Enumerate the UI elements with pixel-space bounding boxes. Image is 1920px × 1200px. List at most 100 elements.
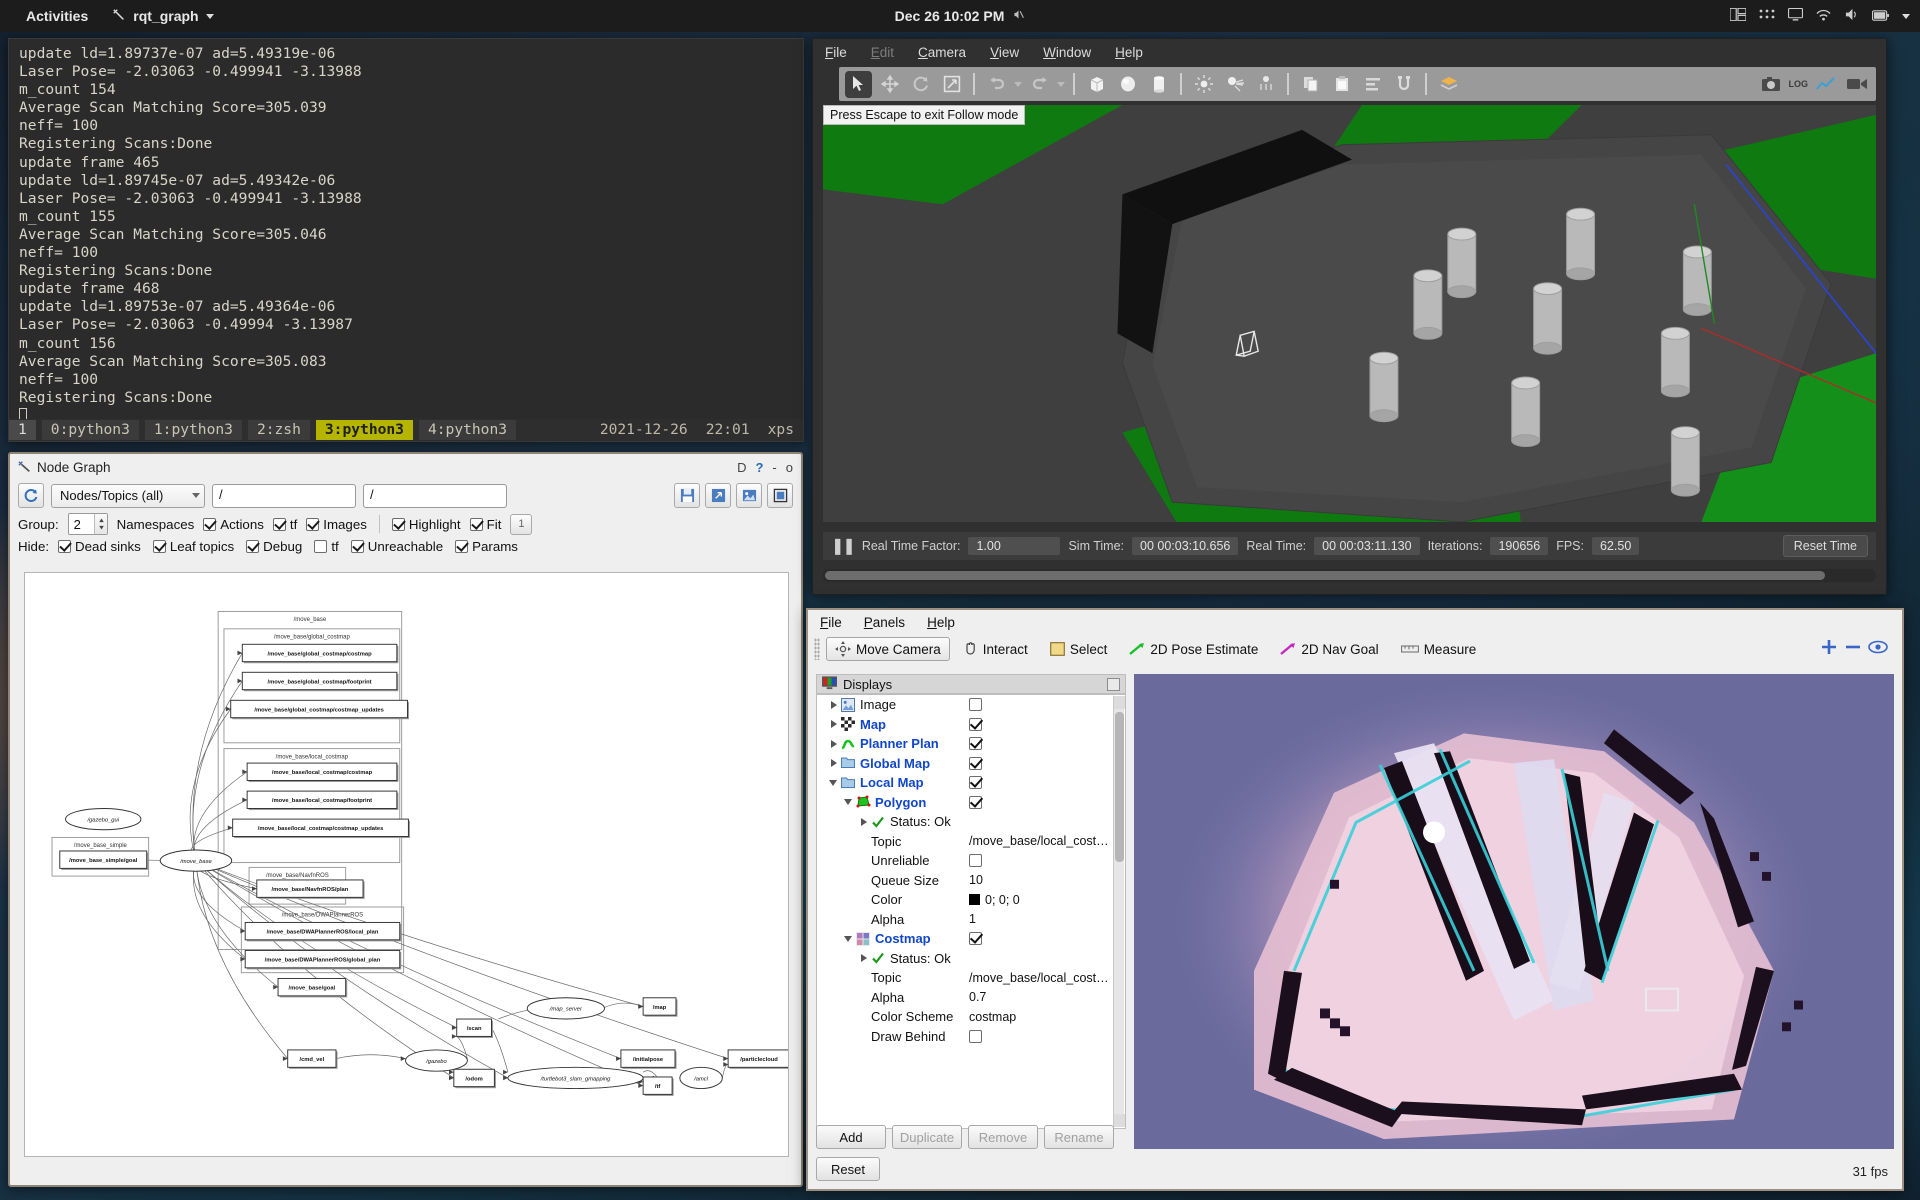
gazebo-menu-file[interactable]: File [825, 45, 847, 60]
display-visibility-checkbox[interactable] [969, 717, 982, 731]
graph-topic-node[interactable]: /move_base/global_costmap/costmap_update… [230, 699, 410, 720]
display-property-value[interactable]: 1 [969, 912, 976, 926]
rviz-tool-select[interactable]: Select [1042, 639, 1116, 660]
option-checkbox[interactable]: Images [306, 517, 367, 532]
graph-node[interactable]: /turtlebot3_slam_gmapping [507, 1066, 644, 1090]
display-tree-row[interactable]: Costmap [817, 929, 1125, 949]
display-tree-row[interactable]: Unreliable [817, 851, 1125, 871]
graph-topic-node[interactable]: /move_base/NavfnROS/plan [256, 879, 365, 899]
graph-node[interactable]: /move_base [159, 849, 233, 872]
display-visibility-checkbox[interactable] [969, 795, 982, 809]
badge-button[interactable]: 1 [510, 513, 533, 535]
option-checkbox[interactable]: Actions [203, 517, 264, 532]
hide-checkbox[interactable]: Params [455, 539, 518, 554]
workspace-icon[interactable] [1759, 8, 1775, 24]
display-tree-row[interactable]: Queue Size 10 [817, 871, 1125, 891]
refresh-icon[interactable] [18, 483, 44, 508]
display-tree-row[interactable]: Polygon [817, 793, 1125, 813]
paste-icon[interactable] [1328, 71, 1355, 98]
reset-button[interactable]: Reset [816, 1157, 880, 1181]
display-tree-row[interactable]: Status: Ok [817, 949, 1125, 969]
graph-topic-node[interactable]: /move_base/DWAPlannerROS/local_plan [244, 921, 402, 942]
graph-topic-node[interactable]: /move_base_simple/goal [59, 850, 149, 870]
graph-topic-node[interactable]: /move_base/global_costmap/footprint [241, 671, 399, 692]
fit-checkbox[interactable]: Fit [469, 517, 501, 532]
hide-checkbox[interactable]: Debug [246, 539, 302, 554]
rviz-tool-2d-pose-estimate[interactable]: 2D Pose Estimate [1121, 639, 1266, 660]
graph-topic-node[interactable]: /move_base/goal [277, 977, 348, 998]
snap-icon[interactable] [1390, 71, 1417, 98]
expander-expanded-icon[interactable] [832, 799, 856, 806]
panel-close-icon[interactable] [1107, 677, 1120, 691]
directional-light-icon[interactable] [1252, 71, 1279, 98]
activities-button[interactable]: Activities [14, 4, 100, 28]
rviz-window[interactable]: File Panels Help Move Camera Interact Select… [806, 608, 1904, 1191]
display-property-value[interactable]: 0.7 [969, 990, 986, 1004]
display-tree-scrollbar[interactable] [1113, 696, 1125, 1127]
log-button[interactable]: LOG [1789, 71, 1809, 98]
rqt-minimize-button[interactable]: - [772, 460, 776, 475]
display-visibility-checkbox[interactable] [969, 737, 982, 751]
reset-time-button[interactable]: Reset Time [1782, 535, 1868, 557]
hide-checkbox[interactable]: Leaf topics [152, 539, 234, 554]
focus-icon[interactable] [1868, 639, 1896, 660]
hide-checkbox[interactable]: tf [314, 539, 339, 554]
display-visibility-checkbox[interactable] [969, 776, 982, 790]
filter-mode-select[interactable]: Nodes/Topics (all) [51, 483, 205, 508]
add-button[interactable]: Add [816, 1125, 886, 1149]
tmux-window[interactable]: 3:python3 [315, 419, 413, 441]
graph-topic-node[interactable]: /move_base/local_costmap/costmap_updates [232, 818, 410, 839]
power-caret-icon[interactable] [1902, 13, 1910, 19]
display-property-value[interactable]: 0; 0; 0 [969, 893, 1020, 907]
rqt-help-button[interactable]: ? [755, 460, 763, 475]
display-visibility-checkbox[interactable] [969, 698, 982, 712]
display-property-value[interactable]: 10 [969, 873, 983, 887]
graph-topic-node[interactable]: /particlecloud [727, 1049, 788, 1069]
gazebo-window[interactable]: File Edit Camera View Window Help LOG Pr… [812, 38, 1887, 595]
expander-expanded-icon[interactable] [832, 935, 856, 942]
display-visibility-checkbox[interactable] [969, 932, 982, 946]
sphere-icon[interactable] [1114, 71, 1141, 98]
display-visibility-checkbox[interactable] [969, 756, 982, 770]
hide-checkbox[interactable]: Unreachable [350, 539, 443, 554]
expander-collapsed-icon[interactable] [817, 700, 841, 709]
tmux-window[interactable]: 0:python3 [41, 419, 139, 441]
pause-icon[interactable]: ❚❚ [831, 536, 856, 556]
copy-icon[interactable] [1297, 71, 1324, 98]
display-tree-row[interactable]: Draw Behind [817, 1027, 1125, 1047]
graph-topic-node[interactable]: /scan [456, 1018, 494, 1038]
display-visibility-checkbox[interactable] [969, 1029, 982, 1043]
redo-icon[interactable] [1026, 71, 1053, 98]
node-filter-input[interactable]: / [363, 483, 507, 508]
graph-topic-node[interactable]: /move_base/global_costmap/costmap [241, 643, 399, 664]
display-tree-row[interactable]: Global Map [817, 754, 1125, 774]
display-tree[interactable]: Image Map Planner Plan Global Map Local Map P… [816, 694, 1126, 1129]
tmux-window[interactable]: 1:python3 [144, 419, 242, 441]
display-property-value[interactable]: /move_base/local_cost… [969, 834, 1109, 848]
translate-icon[interactable] [876, 71, 903, 98]
display-tree-row[interactable]: Color 0; 0; 0 [817, 890, 1125, 910]
cylinder-icon[interactable] [1145, 71, 1172, 98]
graph-topic-node[interactable]: /cmd_vel [287, 1049, 338, 1069]
graph-topic-node[interactable]: /map [642, 997, 678, 1017]
display-tree-row[interactable]: Alpha 1 [817, 910, 1125, 930]
option-checkbox[interactable]: tf [272, 517, 297, 532]
rqt-detach-button[interactable]: D [737, 460, 746, 475]
tmux-window[interactable]: 2:zsh [247, 419, 310, 441]
graph-node[interactable]: /gazebo [405, 1049, 468, 1072]
display-tree-row[interactable]: Map [817, 715, 1125, 735]
graph-topic-node[interactable]: /move_base/local_costmap/footprint [246, 790, 399, 811]
graph-node[interactable]: /map_server [526, 997, 605, 1020]
save-icon[interactable] [674, 483, 700, 508]
graph-topic-node[interactable]: /initialpose [620, 1049, 677, 1069]
fit-icon[interactable] [767, 483, 793, 508]
expander-collapsed-icon[interactable] [817, 739, 841, 748]
tmux-window[interactable]: 4:python3 [418, 419, 517, 441]
rqt-close-button[interactable]: o [786, 460, 793, 475]
app-menu-button[interactable]: rqt_graph [100, 4, 225, 29]
display-property-value[interactable]: /move_base/local_cost… [969, 971, 1109, 985]
toolbar-grip[interactable] [814, 638, 820, 660]
video-icon[interactable] [1843, 71, 1870, 98]
display-tree-row[interactable]: Color Scheme costmap [817, 1007, 1125, 1027]
gazebo-horizontal-scrollbar[interactable] [823, 569, 1876, 582]
